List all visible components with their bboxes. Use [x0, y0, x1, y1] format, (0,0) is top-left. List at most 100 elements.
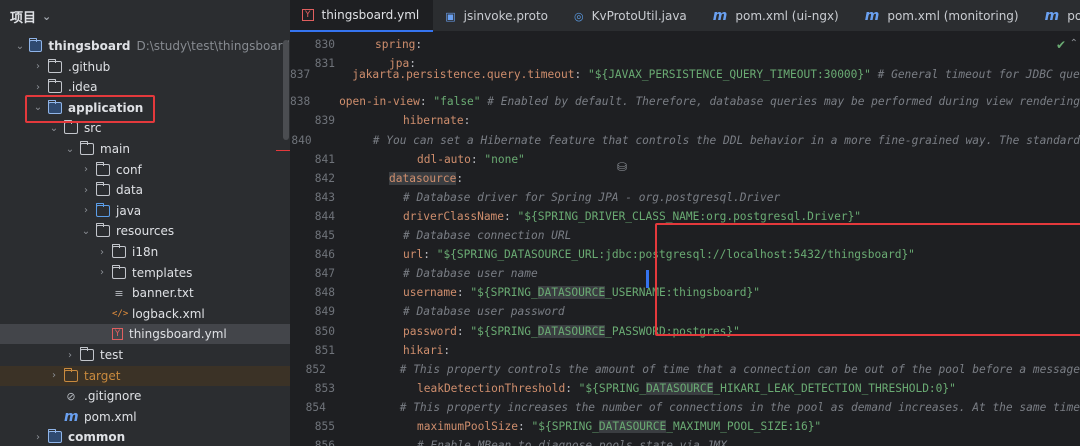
folder-icon [48, 79, 62, 94]
tree-item-label: thingsboard.yml [129, 327, 227, 342]
line-number: 851 [314, 343, 335, 357]
editor-tab[interactable]: Ythingsboard.yml [290, 0, 434, 32]
chevron-right-icon[interactable]: › [32, 82, 44, 93]
tree-item-thingsboard-yml[interactable]: Ythingsboard.yml [0, 324, 290, 345]
code-line[interactable]: 854 # This property increases the number … [290, 398, 1080, 417]
folder-icon [96, 202, 110, 217]
tree-item-test[interactable]: › test [0, 345, 290, 365]
code-text: leakDetectionThreshold: "${SPRING_DATASO… [417, 381, 956, 395]
inspection-ok-icon[interactable]: ✔ [1056, 38, 1066, 52]
chevron-right-icon[interactable]: › [64, 350, 76, 361]
editor-tab[interactable]: m pom.xml (ui-ngx) [701, 0, 853, 32]
tree-item-logback-xml[interactable]: </> logback.xml [0, 304, 290, 324]
code-line[interactable]: 839 hibernate: [290, 111, 1080, 130]
tree-item-common[interactable]: › common [0, 427, 290, 446]
tree-item-data[interactable]: › data [0, 180, 290, 200]
tree-item-banner-txt[interactable]: ≡ banner.txt [0, 283, 290, 303]
database-icon[interactable]: ⛁ [617, 160, 627, 174]
editor-tab-label: jsinvoke.proto [463, 9, 548, 23]
chevron-right-icon[interactable]: › [80, 164, 92, 175]
chevron-down-icon[interactable]: ⌄ [42, 10, 51, 23]
line-number: 850 [314, 324, 335, 338]
tree-item-templates[interactable]: › templates [0, 263, 290, 283]
code-line[interactable]: 838 open-in-view: "false" # Enabled by de… [290, 92, 1080, 111]
folder-icon [112, 264, 126, 279]
chevron-right-icon[interactable]: › [48, 370, 60, 381]
code-text: # Database connection URL [403, 229, 572, 242]
tree-item-i18n[interactable]: › i18n [0, 242, 290, 262]
code-text: # This property controls the amount of t… [399, 362, 1080, 376]
line-number: 856 [314, 439, 335, 446]
highlight-annotation-datasource [655, 223, 1080, 336]
code-line[interactable]: 840 # You can set a Hibernate feature tha… [290, 131, 1080, 150]
editor-tab-label: thingsboard.yml [321, 8, 420, 22]
code-text: driverClassName: "${SPRING_DRIVER_CLASS_… [403, 209, 862, 223]
tree-item-pom-xml[interactable]: m pom.xml [0, 407, 290, 427]
line-number: 842 [314, 171, 335, 185]
annotation-dash [276, 150, 290, 151]
maven-icon: m [64, 408, 79, 425]
line-number: 840 [291, 133, 312, 147]
editor-tab[interactable]: ▣ jsinvoke.proto [433, 0, 562, 32]
line-number: 849 [314, 305, 335, 319]
editor-tab[interactable]: ◎ KvProtoUtil.java [562, 0, 701, 32]
tree-item-target[interactable]: › target [0, 365, 290, 386]
tree-item-thingsboard[interactable]: ⌄ thingsboard D:\study\test\thingsboard [0, 36, 290, 56]
chevron-down-icon[interactable]: ⌄ [80, 226, 92, 237]
tree-item-main[interactable]: ⌄ main [0, 139, 290, 159]
code-text: # This property increases the number of … [399, 400, 1080, 414]
line-number: 855 [314, 420, 335, 433]
code-line[interactable]: 830 spring: [290, 35, 1080, 54]
code-text: spring: [375, 38, 423, 51]
chevron-right-icon[interactable]: › [32, 432, 44, 443]
tree-item-java[interactable]: › java [0, 201, 290, 221]
chevron-down-icon[interactable]: ⌄ [15, 41, 26, 52]
tree-item-conf[interactable]: › conf [0, 160, 290, 180]
tree-item-label: conf [116, 162, 142, 177]
line-number: 830 [314, 38, 335, 51]
editor-tab[interactable]: m pom.xml (js [1033, 0, 1080, 32]
tree-item-label: src [84, 121, 102, 136]
tree-item-github[interactable]: › .github [0, 57, 290, 77]
tree-item-gitignore[interactable]: ⊘ .gitignore [0, 386, 290, 406]
line-number: 847 [314, 267, 335, 281]
proto-file-icon: ▣ [445, 9, 456, 23]
code-text: maximumPoolSize: "${SPRING_DATASOURCE_MA… [417, 420, 822, 433]
folder-icon [48, 58, 62, 73]
chevron-up-icon[interactable]: ⌃ [1070, 38, 1078, 49]
chevron-down-icon[interactable]: ⌄ [64, 144, 76, 155]
chevron-right-icon[interactable]: › [32, 61, 44, 72]
code-line[interactable]: 842 datasource: [290, 169, 1080, 188]
editor-tab[interactable]: m pom.xml (monitoring) [853, 0, 1033, 32]
code-line[interactable]: 851 hikari: [290, 341, 1080, 360]
code-text: open-in-view: "false" # Enabled by defau… [339, 95, 1080, 109]
tree-item-label: pom.xml [84, 409, 137, 424]
module-folder-icon [29, 38, 43, 52]
chevron-right-icon[interactable]: › [80, 205, 92, 216]
chevron-down-icon[interactable]: ⌄ [48, 123, 60, 134]
code-line[interactable]: 855 maximumPoolSize: "${SPRING_DATASOURCE… [290, 417, 1080, 436]
project-panel-header[interactable]: 项目 ⌄ [0, 0, 290, 32]
tree-item-resources[interactable]: ⌄ resources [0, 221, 290, 241]
code-line[interactable]: 856 # Enable MBean to diagnose pools stat… [290, 436, 1080, 446]
code-line[interactable]: 843 # Database driver for Spring JPA - or… [290, 188, 1080, 207]
line-number: 843 [314, 190, 335, 204]
folder-icon [80, 347, 94, 361]
code-text: hibernate: [403, 114, 471, 128]
code-text: # Database user name [403, 267, 538, 281]
code-line[interactable]: 841 ddl-auto: "none" [290, 150, 1080, 169]
tree-item-label: .idea [68, 80, 98, 95]
project-scrollbar[interactable] [283, 40, 289, 140]
chevron-right-icon[interactable]: › [96, 247, 108, 258]
chevron-right-icon[interactable]: › [80, 185, 92, 196]
tree-item-label: thingsboard [48, 39, 131, 53]
line-number: 839 [314, 114, 335, 128]
code-line[interactable]: 852 # This property controls the amount o… [290, 360, 1080, 379]
project-panel-title: 项目 [10, 10, 37, 26]
maven-icon: m [1044, 8, 1060, 24]
code-line[interactable]: 837 jakarta.persistence.query.timeout: "$… [290, 65, 1080, 84]
yml-file-icon: Y [112, 328, 123, 341]
tree-item-label: common [68, 430, 126, 445]
chevron-right-icon[interactable]: › [96, 267, 108, 278]
code-line[interactable]: 853 leakDetectionThreshold: "${SPRING_DAT… [290, 379, 1080, 398]
